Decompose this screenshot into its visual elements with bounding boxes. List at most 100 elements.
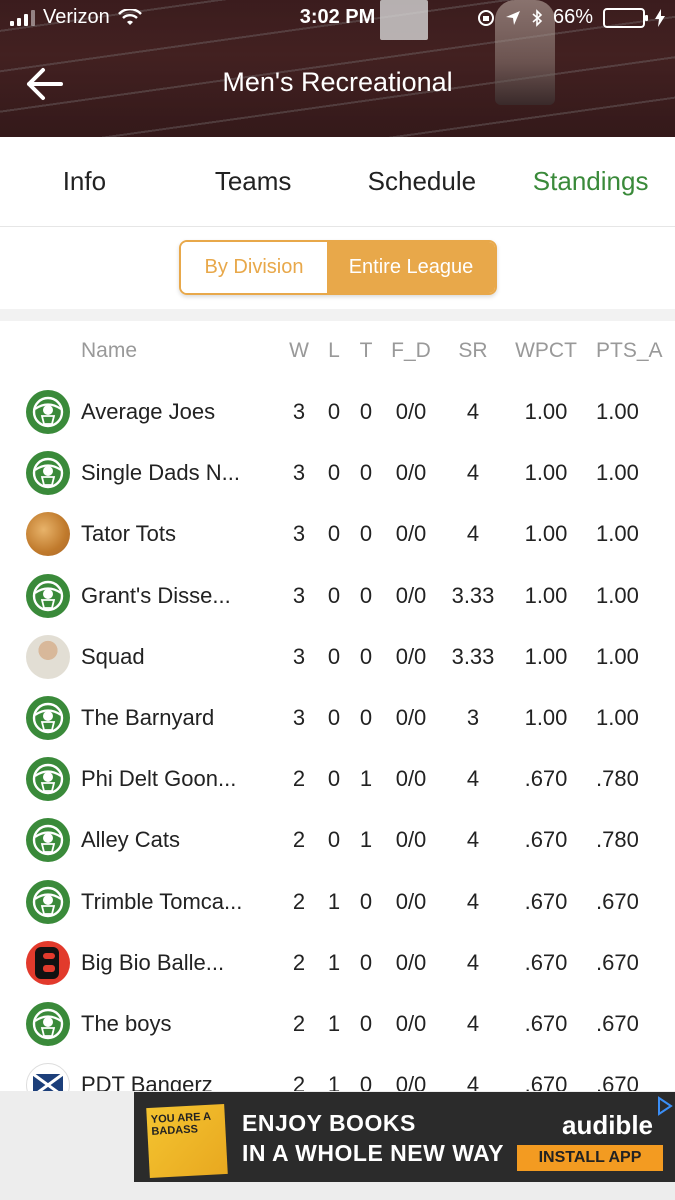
basketball-icon [32, 580, 64, 611]
points-average: 1.00 [596, 643, 639, 669]
win-percentage: 1.00 [524, 521, 568, 547]
team-avatar [26, 573, 70, 618]
team-name[interactable]: The boys [81, 1011, 172, 1037]
team-name[interactable]: Single Dads N... [81, 460, 240, 486]
ad-choices-icon[interactable] [655, 1096, 675, 1116]
sportsmanship-rating: 4 [466, 1072, 480, 1091]
wins: 2 [292, 827, 306, 853]
basketball-icon [32, 457, 64, 489]
ad-line-2: IN A WHOLE NEW WAY [242, 1140, 504, 1166]
team-avatar [26, 757, 70, 802]
entire-league-button[interactable]: Entire League [327, 242, 495, 293]
standings-table[interactable]: Name W L T F_D SR WPCT PTS_A Average Joe… [0, 321, 675, 1091]
column-header-w[interactable]: W [288, 339, 310, 363]
team-avatar [26, 1063, 70, 1091]
team-name[interactable]: Average Joes [81, 399, 215, 425]
team-name[interactable]: Tator Tots [81, 521, 176, 547]
tab-teams[interactable]: Teams [169, 137, 338, 226]
team-name[interactable]: Phi Delt Goon... [81, 766, 236, 792]
column-header-pts-a[interactable]: PTS_A [596, 339, 663, 363]
losses: 0 [327, 582, 341, 608]
ties: 0 [359, 1072, 373, 1091]
win-percentage: .670 [524, 827, 568, 853]
by-division-button[interactable]: By Division [181, 242, 327, 293]
win-percentage: 1.00 [524, 705, 568, 730]
team-name[interactable]: Big Bio Balle... [81, 950, 224, 976]
team-name[interactable]: Alley Cats [81, 827, 180, 853]
forfeits-defaults: 0/0 [395, 399, 427, 424]
team-name[interactable]: Squad [81, 644, 145, 670]
column-header-sr[interactable]: SR [446, 339, 500, 363]
team-name[interactable]: Grant's Disse... [81, 583, 231, 609]
sportsmanship-rating: 4 [466, 521, 480, 547]
tab-schedule[interactable]: Schedule [338, 137, 507, 226]
wins: 3 [292, 460, 306, 486]
losses: 0 [327, 705, 341, 730]
table-row[interactable]: Tator Tots 3 0 0 0/0 4 1.00 1.00 [0, 504, 675, 565]
letter-b-logo-icon [35, 946, 59, 979]
forfeits-defaults: 0/0 [395, 705, 427, 730]
points-average: 1.00 [596, 582, 639, 608]
column-header-l[interactable]: L [323, 339, 345, 363]
table-row[interactable]: The Barnyard 3 0 0 0/0 3 1.00 1.00 [0, 688, 675, 749]
table-row[interactable]: Alley Cats 2 0 1 0/0 4 .670 .780 [0, 810, 675, 871]
sportsmanship-rating: 4 [466, 399, 480, 424]
status-bar: Verizon 3:02 PM 66% [0, 0, 675, 38]
battery-percent: 66% [552, 6, 593, 28]
table-row[interactable]: PDT Bangerz 2 1 0 0/0 4 .670 .670 [0, 1055, 675, 1091]
losses: 0 [327, 399, 341, 424]
install-app-button[interactable]: INSTALL APP [517, 1145, 663, 1171]
forfeits-defaults: 0/0 [395, 949, 427, 975]
basketball-icon [32, 702, 64, 734]
column-header-name[interactable]: Name [81, 339, 137, 363]
sportsmanship-rating: 4 [466, 827, 480, 853]
forfeits-defaults: 0/0 [395, 1072, 427, 1091]
tab-standings[interactable]: Standings [506, 137, 675, 226]
points-average: .670 [596, 1072, 639, 1091]
team-avatar [26, 696, 70, 740]
tab-info[interactable]: Info [0, 137, 169, 226]
wins: 2 [292, 1011, 306, 1036]
wins: 3 [292, 399, 306, 424]
losses: 1 [327, 949, 341, 975]
points-average: 1.00 [596, 521, 639, 547]
win-percentage: 1.00 [524, 582, 568, 608]
ties: 0 [359, 521, 373, 547]
team-name[interactable]: The Barnyard [81, 705, 214, 731]
table-row[interactable]: Phi Delt Goon... 2 0 1 0/0 4 .670 .780 [0, 749, 675, 810]
forfeits-defaults: 0/0 [395, 1011, 427, 1036]
basketball-icon [32, 763, 64, 795]
basketball-icon [32, 886, 64, 917]
ad-banner[interactable]: YOU ARE A BADASS ENJOY BOOKS IN A WHOLE … [134, 1092, 675, 1182]
ties: 1 [359, 766, 373, 792]
table-row[interactable]: Average Joes 3 0 0 0/0 4 1.00 1.00 [0, 382, 675, 443]
ties: 0 [359, 399, 373, 424]
table-row[interactable]: Big Bio Balle... 2 1 0 0/0 4 .670 .670 [0, 933, 675, 994]
ties: 0 [359, 460, 373, 486]
sportsmanship-rating: 3.33 [451, 582, 495, 608]
win-percentage: .670 [524, 1072, 568, 1091]
location-icon [505, 10, 520, 25]
team-name[interactable]: Trimble Tomca... [81, 889, 242, 915]
book-cover-text: YOU ARE A BADASS [150, 1110, 211, 1138]
win-percentage: 1.00 [524, 643, 568, 669]
book-cover-image: YOU ARE A BADASS [146, 1104, 228, 1178]
table-row[interactable]: Squad 3 0 0 0/0 3.33 1.00 1.00 [0, 627, 675, 688]
header-banner: Verizon 3:02 PM 66% Men's Recreational [0, 0, 675, 137]
table-row[interactable]: Trimble Tomca... 2 1 0 0/0 4 .670 .670 [0, 872, 675, 933]
losses: 0 [327, 521, 341, 547]
table-row[interactable]: Grant's Disse... 3 0 0 0/0 3.33 1.00 1.00 [0, 566, 675, 627]
column-header-t[interactable]: T [355, 339, 377, 363]
page-title: Men's Recreational [222, 67, 453, 97]
ad-line-1: ENJOY BOOKS [242, 1110, 416, 1136]
table-row[interactable]: The boys 2 1 0 0/0 4 .670 .670 [0, 994, 675, 1055]
table-header: Name W L T F_D SR WPCT PTS_A [0, 339, 675, 369]
table-row[interactable]: Single Dads N... 3 0 0 0/0 4 1.00 1.00 [0, 443, 675, 504]
column-header-wpct[interactable]: WPCT [513, 339, 579, 363]
points-average: 1.00 [596, 399, 639, 424]
column-header-fd[interactable]: F_D [388, 339, 434, 363]
basketball-icon [32, 1008, 64, 1040]
losses: 0 [327, 460, 341, 486]
wins: 3 [292, 521, 306, 547]
team-name[interactable]: PDT Bangerz [81, 1072, 213, 1091]
